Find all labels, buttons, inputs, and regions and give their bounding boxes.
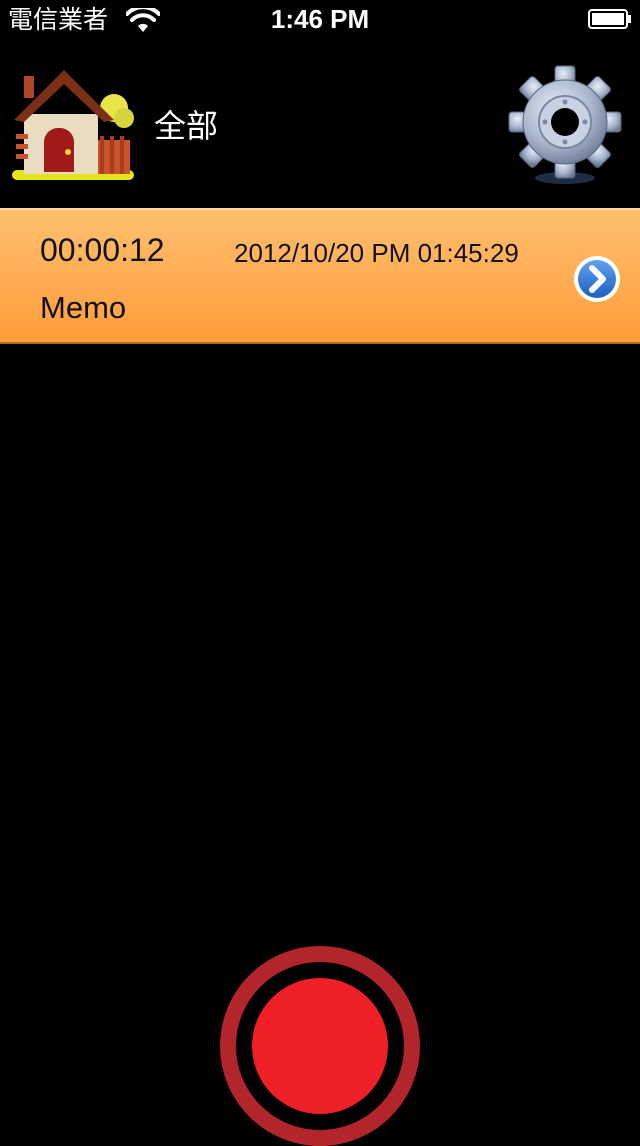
record-button[interactable]	[220, 946, 420, 1146]
battery-icon	[588, 9, 631, 29]
status-time: 1:46 PM	[270, 4, 370, 34]
header: 全部	[0, 40, 640, 206]
recording-duration: 00:00:12	[40, 232, 165, 268]
recording-datetime: 2012/10/20 PM 01:45:29	[234, 238, 519, 268]
home-icon[interactable]	[10, 64, 138, 186]
record-icon	[252, 978, 388, 1114]
recording-title: Memo	[40, 290, 127, 325]
status-bar: 電信業者 1:46 PM	[0, 0, 640, 40]
gear-icon[interactable]	[506, 64, 624, 188]
chevron-right-icon[interactable]	[572, 254, 622, 304]
recording-row[interactable]: 00:00:12 2012/10/20 PM 01:45:29 Memo	[0, 208, 640, 344]
folder-label[interactable]: 全部	[154, 106, 218, 146]
